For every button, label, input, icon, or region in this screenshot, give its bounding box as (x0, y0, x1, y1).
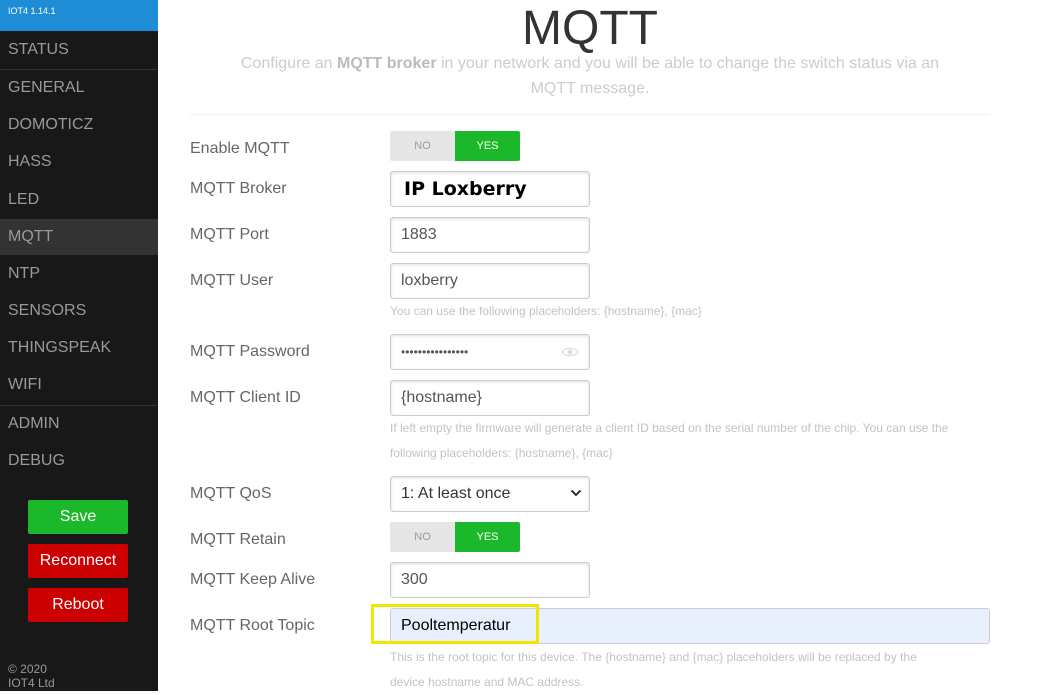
mqtt-qos-select[interactable]: 1: At least once (390, 476, 590, 512)
mqtt-user-label: MQTT User (190, 272, 274, 289)
mqtt-password-label: MQTT Password (190, 343, 310, 360)
sidebar-item-mqtt[interactable]: MQTT (0, 219, 158, 255)
sidebar-item-general[interactable]: GENERAL (0, 70, 158, 106)
sidebar-item-hass[interactable]: HASS (0, 144, 158, 180)
mqtt-broker-input[interactable]: IP Loxberry (390, 171, 590, 207)
sidebar: IOT4 1.14.1 STATUS GENERAL DOMOTICZ HASS… (0, 0, 158, 691)
eye-icon[interactable] (561, 345, 579, 359)
sidebar-item-admin[interactable]: ADMIN (0, 406, 158, 442)
page-subtitle: Configure an MQTT broker in your network… (228, 51, 952, 101)
mqtt-keep-alive-input[interactable]: 300 (390, 562, 590, 598)
sidebar-item-led[interactable]: LED (0, 182, 158, 218)
annotation-highlight-box (371, 604, 539, 644)
toggle-no[interactable]: NO (390, 522, 455, 552)
sidebar-item-domoticz[interactable]: DOMOTICZ (0, 107, 158, 143)
mqtt-client-id-hint-line1: If left empty the firmware will generate… (390, 421, 949, 435)
sidebar-item-wifi[interactable]: WIFI (0, 367, 158, 403)
mqtt-port-input[interactable]: 1883 (390, 217, 590, 253)
mqtt-qos-label: MQTT QoS (190, 485, 272, 502)
reconnect-button[interactable]: Reconnect (28, 544, 128, 578)
toggle-yes[interactable]: YES (455, 131, 520, 161)
save-button[interactable]: Save (28, 500, 128, 534)
mqtt-port-label: MQTT Port (190, 226, 269, 243)
mqtt-retain-label: MQTT Retain (190, 531, 286, 548)
mqtt-keep-alive-label: MQTT Keep Alive (190, 571, 316, 588)
sidebar-item-ntp[interactable]: NTP (0, 256, 158, 292)
copyright-company: IOT4 Ltd (8, 676, 55, 690)
copyright-year: © 2020 (8, 662, 47, 676)
mqtt-user-input[interactable]: loxberry (390, 263, 590, 299)
copyright: © 2020 IOT4 Ltd (8, 662, 55, 690)
mqtt-root-topic-hint-line2: device hostname and MAC address. (390, 675, 584, 689)
chevron-down-icon (570, 489, 582, 497)
main-content: MQTT Configure an MQTT broker in your ne… (158, 0, 1059, 691)
toggle-yes[interactable]: YES (455, 522, 520, 552)
password-value: •••••••••••••••• (401, 345, 469, 359)
subtitle-text-pre: Configure an (240, 55, 337, 72)
mqtt-broker-label: MQTT Broker (190, 180, 287, 197)
enable-mqtt-toggle[interactable]: NO YES (390, 131, 520, 161)
mqtt-user-hint: You can use the following placeholders: … (390, 304, 702, 318)
firmware-version: IOT4 1.14.1 (0, 0, 158, 31)
mqtt-client-id-hint-line2: following placeholders: {hostname}, {mac… (390, 446, 613, 460)
qos-selected-value: 1: At least once (401, 485, 511, 502)
sidebar-item-sensors[interactable]: SENSORS (0, 293, 158, 329)
enable-mqtt-label: Enable MQTT (190, 140, 290, 157)
mqtt-client-id-input[interactable]: {hostname} (390, 380, 590, 416)
mqtt-client-id-label: MQTT Client ID (190, 389, 301, 406)
mqtt-root-topic-hint-line1: This is the root topic for this device. … (390, 650, 917, 664)
subtitle-text-bold: MQTT broker (336, 55, 437, 72)
mqtt-retain-toggle[interactable]: NO YES (390, 522, 520, 552)
subtitle-text-post: in your network and you will be able to … (436, 55, 940, 97)
sidebar-item-debug[interactable]: DEBUG (0, 443, 158, 479)
mqtt-root-topic-label: MQTT Root Topic (190, 617, 315, 634)
sidebar-item-status[interactable]: STATUS (0, 32, 158, 68)
divider (190, 114, 990, 115)
sidebar-item-thingspeak[interactable]: THINGSPEAK (0, 330, 158, 366)
toggle-no[interactable]: NO (390, 131, 455, 161)
mqtt-password-input[interactable]: •••••••••••••••• (390, 334, 590, 370)
reboot-button[interactable]: Reboot (28, 588, 128, 622)
page-title: MQTT (522, 2, 658, 55)
